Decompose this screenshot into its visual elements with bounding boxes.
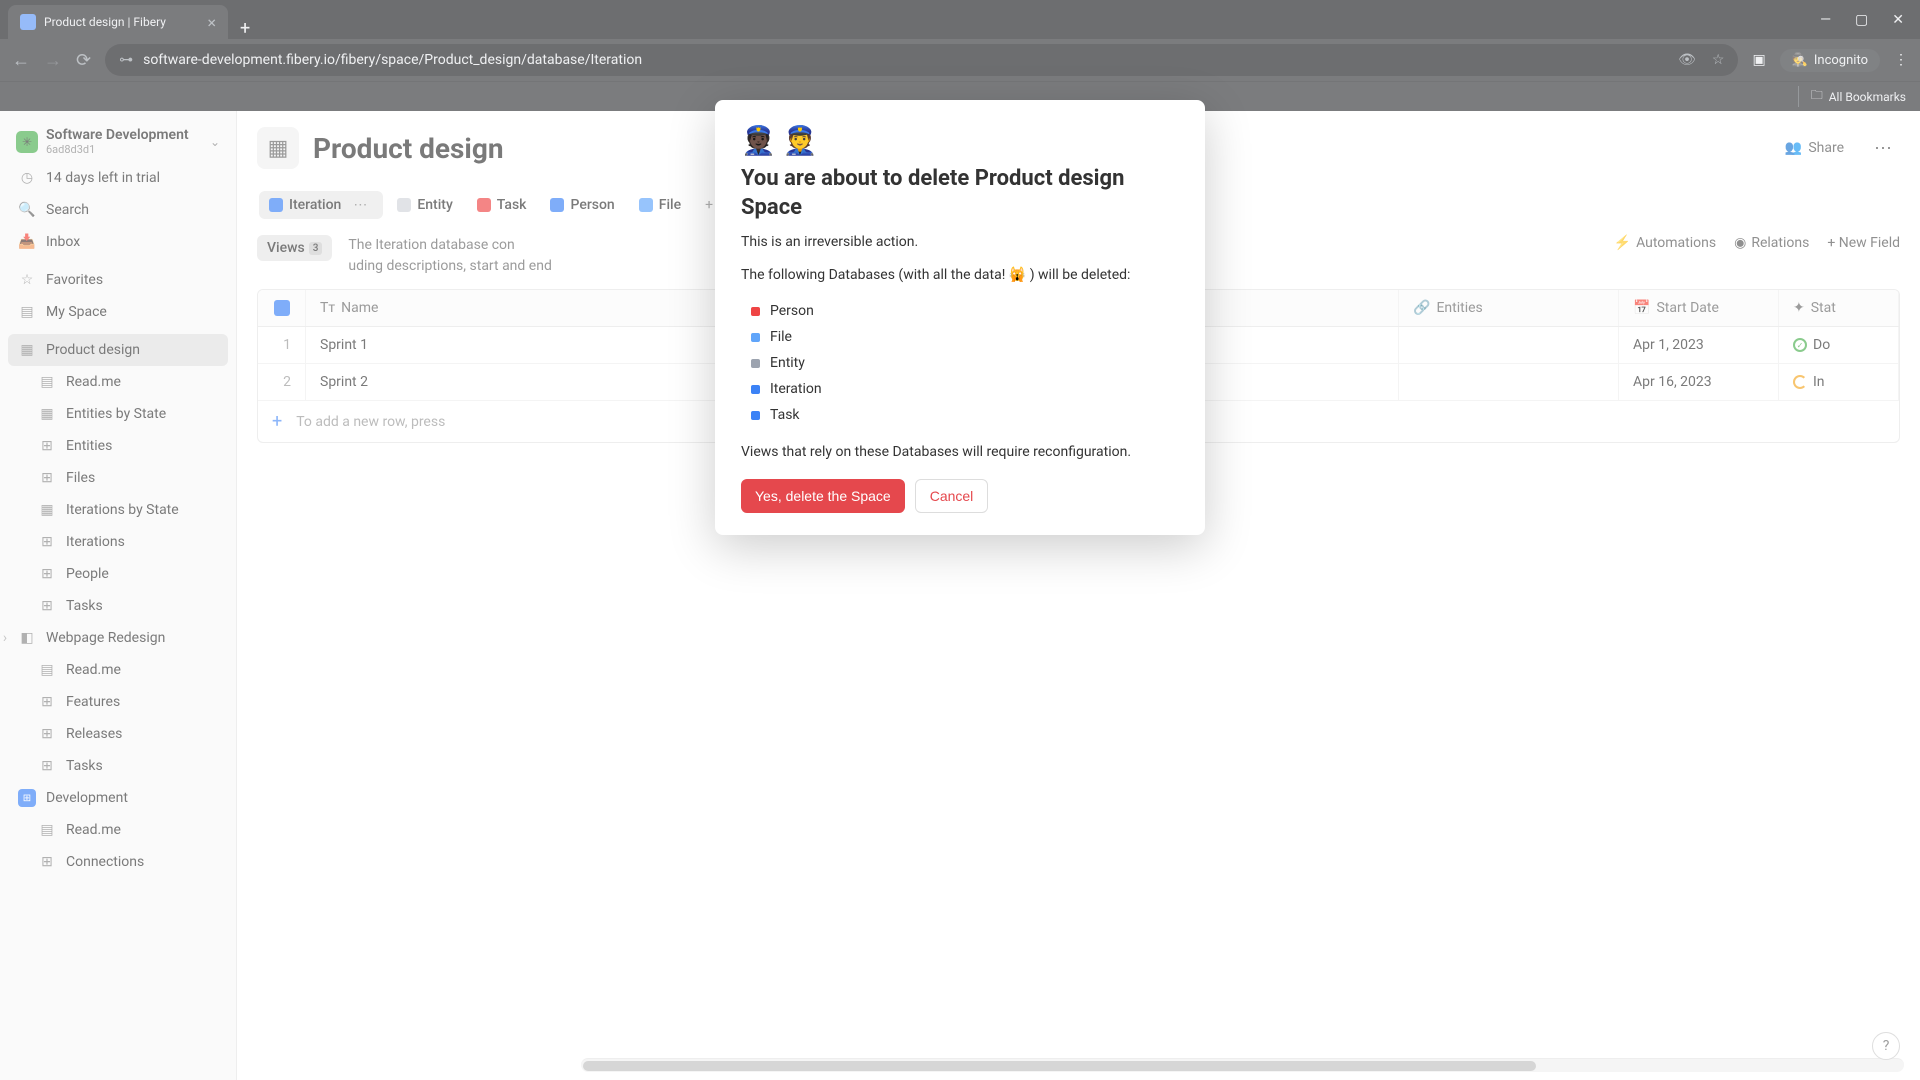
modal-text-views: Views that rely on these Databases will … [741, 442, 1179, 463]
modal-text-irreversible: This is an irreversible action. [741, 232, 1179, 253]
database-color-icon [751, 333, 760, 342]
modal-title: You are about to delete Product design S… [741, 165, 1179, 222]
database-name: Entity [770, 355, 805, 371]
database-name: File [770, 329, 792, 345]
confirm-delete-button[interactable]: Yes, delete the Space [741, 479, 905, 513]
list-item: File [751, 324, 1179, 350]
modal-database-list: Person File Entity Iteration Task [751, 298, 1179, 428]
list-item: Entity [751, 350, 1179, 376]
database-name: Iteration [770, 381, 822, 397]
database-color-icon [751, 411, 760, 420]
database-color-icon [751, 385, 760, 394]
modal-text-databases: The following Databases (with all the da… [741, 265, 1179, 286]
list-item: Task [751, 402, 1179, 428]
database-color-icon [751, 307, 760, 316]
database-name: Person [770, 303, 814, 319]
modal-overlay: 👮🏿 👮 You are about to delete Product des… [0, 0, 1920, 1080]
list-item: Iteration [751, 376, 1179, 402]
database-name: Task [770, 407, 800, 423]
modal-emoji: 👮🏿 👮 [741, 124, 1179, 157]
delete-space-modal: 👮🏿 👮 You are about to delete Product des… [715, 100, 1205, 535]
database-color-icon [751, 359, 760, 368]
list-item: Person [751, 298, 1179, 324]
cancel-button[interactable]: Cancel [915, 479, 989, 513]
